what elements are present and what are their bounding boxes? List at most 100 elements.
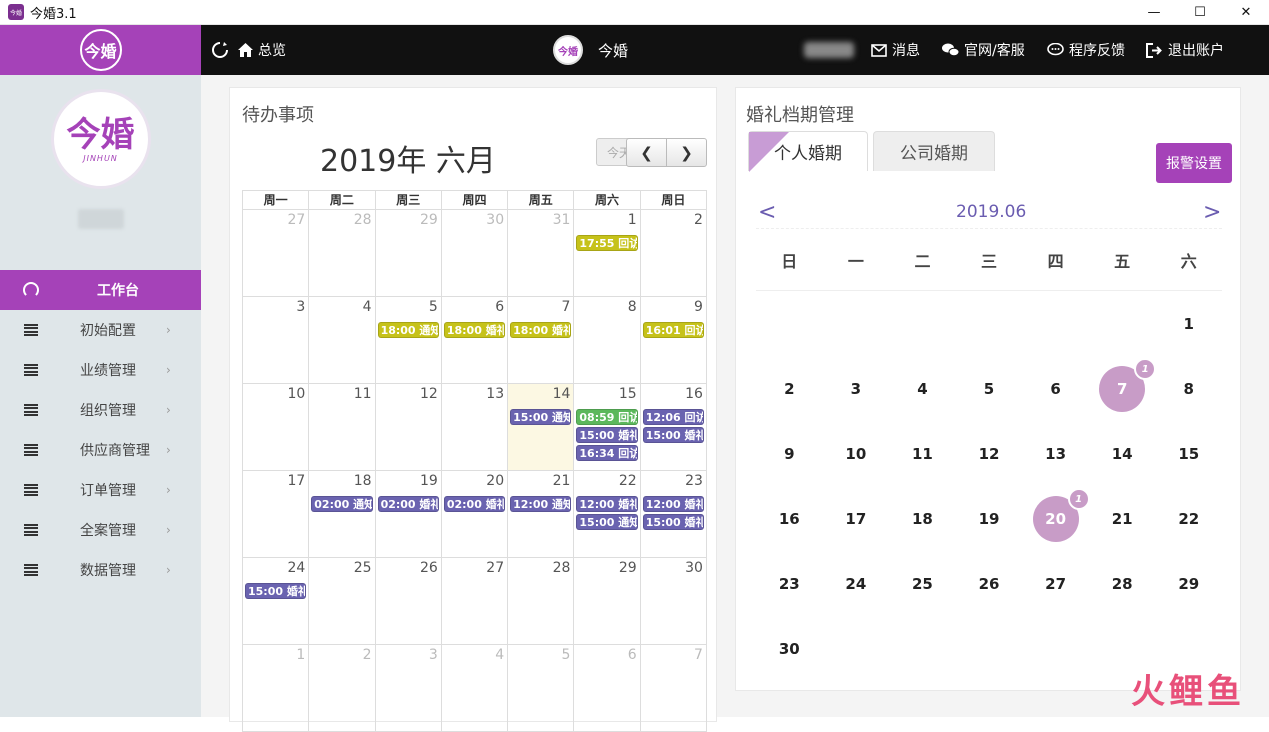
calendar-day-cell[interactable]: 3: [243, 297, 310, 383]
calendar-event[interactable]: 15:00 通知: [576, 514, 638, 530]
calendar-day-cell[interactable]: 29: [376, 210, 442, 296]
calendar-event[interactable]: 16:34 回访: [576, 445, 638, 461]
calendar-day-cell[interactable]: 31: [508, 210, 575, 296]
sidebar-item-1[interactable]: 初始配置 ›: [0, 310, 201, 350]
service-link[interactable]: 官网/客服: [942, 40, 1025, 60]
calendar-event[interactable]: 12:06 回访: [642, 409, 704, 425]
calendar-day-cell[interactable]: 15 08:59 回访 15:00 婚礼 16:34 回访: [574, 384, 641, 470]
calendar-event[interactable]: 02:00 通知: [311, 496, 373, 512]
mini-next-button[interactable]: >: [1203, 200, 1221, 225]
calendar-day-cell[interactable]: 2: [309, 645, 376, 731]
calendar-day-cell[interactable]: 23 12:00 婚礼 15:00 婚礼: [641, 471, 707, 557]
mini-day[interactable]: 11: [889, 421, 956, 486]
calendar-event[interactable]: 18:00 婚礼: [443, 322, 506, 338]
mini-day[interactable]: 30: [756, 616, 823, 681]
calendar-day-cell[interactable]: 4: [442, 645, 509, 731]
calendar-day-cell[interactable]: 8: [574, 297, 641, 383]
mini-day[interactable]: 5: [956, 356, 1023, 421]
calendar-day-cell[interactable]: 6: [574, 645, 641, 731]
mini-day[interactable]: 71: [1089, 356, 1157, 421]
calendar-event[interactable]: 17:55 回访: [576, 235, 638, 251]
refresh-icon[interactable]: [211, 41, 229, 59]
calendar-event[interactable]: 02:00 婚礼: [443, 496, 506, 512]
calendar-event[interactable]: 15:00 婚礼: [642, 514, 704, 530]
calendar-day-cell[interactable]: 30: [442, 210, 509, 296]
calendar-day-cell[interactable]: 3: [376, 645, 442, 731]
calendar-day-cell[interactable]: 10: [243, 384, 310, 470]
mini-day[interactable]: 12: [956, 421, 1023, 486]
mini-day[interactable]: 21: [1089, 486, 1156, 551]
sidebar-item-0[interactable]: 工作台: [0, 270, 201, 310]
calendar-day-cell[interactable]: 6 18:00 婚礼: [442, 297, 509, 383]
mini-day[interactable]: 17: [823, 486, 890, 551]
calendar-day-cell[interactable]: 27: [243, 210, 310, 296]
calendar-day-cell[interactable]: 29: [574, 558, 641, 644]
logout-link[interactable]: 退出账户: [1146, 40, 1224, 60]
calendar-event[interactable]: 16:01 回访: [642, 322, 704, 338]
calendar-day-cell[interactable]: 4: [309, 297, 376, 383]
calendar-event[interactable]: 18:00 通知: [377, 322, 439, 338]
next-month-button[interactable]: ❯: [666, 138, 707, 167]
calendar-event[interactable]: 15:00 婚礼: [642, 427, 704, 443]
calendar-day-cell[interactable]: 26: [376, 558, 442, 644]
mini-day[interactable]: 1: [1155, 291, 1222, 356]
tab-company[interactable]: 公司婚期: [873, 131, 995, 171]
mini-day[interactable]: 20 1: [1022, 486, 1090, 551]
mini-day[interactable]: 23: [756, 551, 823, 616]
calendar-day-cell[interactable]: 1 17:55 回访: [574, 210, 641, 296]
calendar-day-cell[interactable]: 7 18:00 婚礼: [508, 297, 575, 383]
sidebar-item-2[interactable]: 业绩管理 ›: [0, 350, 201, 390]
calendar-day-cell[interactable]: 5: [508, 645, 575, 731]
mini-day[interactable]: 26: [956, 551, 1023, 616]
calendar-day-cell[interactable]: 25: [309, 558, 376, 644]
mini-prev-button[interactable]: <: [758, 200, 776, 225]
mini-day[interactable]: 9: [756, 421, 823, 486]
calendar-event[interactable]: 12:00 婚礼: [642, 496, 704, 512]
mini-day[interactable]: 29: [1155, 551, 1222, 616]
calendar-day-cell[interactable]: 18 02:00 通知: [309, 471, 376, 557]
calendar-day-cell[interactable]: 28: [508, 558, 575, 644]
calendar-day-cell[interactable]: 22 12:00 婚礼 15:00 通知: [574, 471, 641, 557]
calendar-day-cell[interactable]: 1: [243, 645, 310, 731]
mini-day[interactable]: 18: [889, 486, 956, 551]
calendar-day-cell[interactable]: 12: [376, 384, 442, 470]
mini-day[interactable]: 14: [1089, 421, 1156, 486]
calendar-event[interactable]: 02:00 婚礼: [377, 496, 439, 512]
mini-day[interactable]: 15: [1155, 421, 1222, 486]
mini-day[interactable]: 27: [1022, 551, 1089, 616]
calendar-day-cell[interactable]: 16 12:06 回访 15:00 婚礼: [641, 384, 707, 470]
calendar-day-cell[interactable]: 14 15:00 通知: [508, 384, 575, 470]
overview-link[interactable]: 总览: [238, 40, 286, 60]
sidebar-item-7[interactable]: 数据管理 ›: [0, 550, 201, 590]
calendar-day-cell[interactable]: 11: [309, 384, 376, 470]
calendar-day-cell[interactable]: 9 16:01 回访: [641, 297, 707, 383]
calendar-day-cell[interactable]: 13: [442, 384, 509, 470]
calendar-event[interactable]: 18:00 婚礼: [510, 322, 572, 338]
calendar-event[interactable]: 08:59 回访: [576, 409, 638, 425]
calendar-day-cell[interactable]: 24 15:00 婚礼: [243, 558, 310, 644]
mini-day[interactable]: 19: [956, 486, 1023, 551]
maximize-icon[interactable]: ☐: [1177, 0, 1223, 25]
calendar-day-cell[interactable]: 27: [442, 558, 509, 644]
calendar-day-cell[interactable]: 2: [641, 210, 707, 296]
close-icon[interactable]: ✕: [1223, 0, 1269, 25]
mini-day[interactable]: 10: [823, 421, 890, 486]
mini-day[interactable]: 13: [1022, 421, 1089, 486]
mini-day[interactable]: 4: [889, 356, 956, 421]
minimize-icon[interactable]: —: [1131, 0, 1177, 25]
mini-day[interactable]: 2: [756, 356, 823, 421]
calendar-event[interactable]: 12:00 通知: [510, 496, 572, 512]
mini-day[interactable]: 22: [1155, 486, 1222, 551]
mini-day[interactable]: 8: [1155, 356, 1222, 421]
sidebar-item-4[interactable]: 供应商管理 ›: [0, 430, 201, 470]
sidebar-item-3[interactable]: 组织管理 ›: [0, 390, 201, 430]
mini-day[interactable]: 24: [823, 551, 890, 616]
calendar-event[interactable]: 15:00 婚礼: [576, 427, 638, 443]
mini-day[interactable]: 16: [756, 486, 823, 551]
calendar-day-cell[interactable]: 5 18:00 通知: [376, 297, 442, 383]
calendar-day-cell[interactable]: 7: [641, 645, 707, 731]
messages-link[interactable]: 消息: [871, 40, 920, 60]
feedback-link[interactable]: 程序反馈: [1047, 40, 1125, 60]
calendar-day-cell[interactable]: 30: [641, 558, 707, 644]
calendar-event[interactable]: 15:00 通知: [510, 409, 572, 425]
